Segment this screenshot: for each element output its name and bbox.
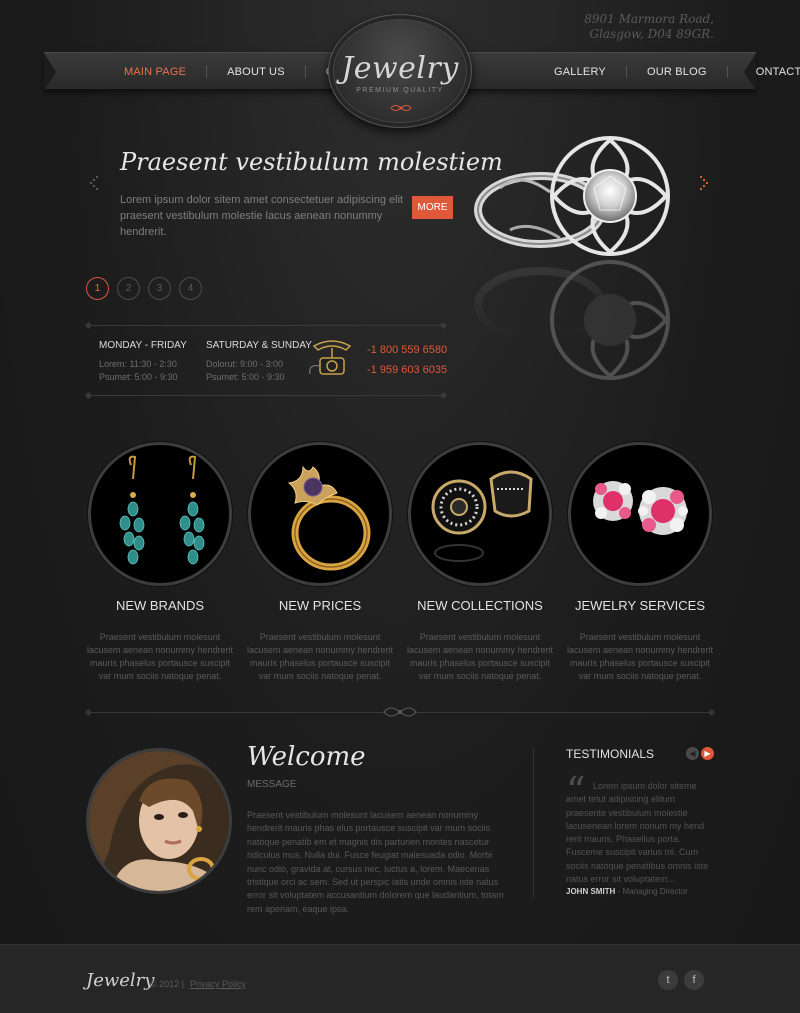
more-button[interactable]: More [412, 196, 453, 219]
stud-earrings-illustration [431, 470, 533, 562]
slider-pagination: 1 2 3 4 [86, 277, 202, 300]
feature-jewelry-services: Jewelry Services Praesent vestibulum mol… [566, 442, 714, 683]
slide-1-button[interactable]: 1 [86, 277, 109, 300]
phone-number-1[interactable]: -1 800 559 6580 [367, 344, 447, 356]
nav-gallery[interactable]: Gallery [534, 66, 626, 78]
feature-image-studs[interactable] [408, 442, 552, 586]
ornament-icon [390, 105, 412, 111]
slider-prev-icon[interactable] [86, 174, 102, 194]
pink-earrings-illustration [593, 481, 688, 535]
weekend-hours: Saturday & Sunday Dolorut: 9:00 - 3:00 P… [206, 340, 312, 384]
feature-text: Praesent vestibulum molesunt lacusem aen… [86, 632, 234, 681]
gold-ring-illustration [287, 465, 371, 571]
page: 8901 Marmora Road, Glasgow, D04 89GR. Ma… [0, 0, 800, 1013]
slide-2-button[interactable]: 2 [117, 277, 140, 300]
address-line-2: Glasgow, D04 89GR. [589, 27, 714, 41]
nav-our-blog[interactable]: Our Blog [627, 66, 727, 78]
store-address: 8901 Marmora Road, Glasgow, D04 89GR. [574, 12, 714, 42]
testimonial-quote: Lorem ipsum dolor siteme amet tetut adip… [566, 781, 709, 885]
feature-title[interactable]: Jewelry Services [566, 598, 714, 613]
nav-main-page[interactable]: Main Page [104, 66, 206, 78]
twitter-icon[interactable]: t [658, 970, 678, 990]
weekend-line-2: Psumet: 5:00 - 9:30 [206, 372, 285, 382]
feature-text: Praesent vestibulum molesunt lacusem aen… [246, 632, 394, 681]
schedule-divider-top [86, 325, 446, 326]
address-line-1: 8901 Marmora Road, [584, 12, 714, 26]
hero-title: Praesent vestibulum molestiem [120, 148, 503, 176]
nav-contact-us[interactable]: Contact Us [728, 66, 800, 78]
copyright: © 2012 | [150, 979, 184, 989]
facebook-icon[interactable]: f [684, 970, 704, 990]
feature-image-ring[interactable] [248, 442, 392, 586]
slider-next-icon[interactable] [696, 174, 712, 194]
slide-3-button[interactable]: 3 [148, 277, 171, 300]
feature-text: Praesent vestibulum molesunt lacusem aen… [566, 632, 714, 681]
weekend-title: Saturday & Sunday [206, 340, 312, 351]
logo: Jewelry [341, 51, 459, 86]
weekday-hours: Monday - Friday Lorem: 11:30 - 2:30 Psum… [99, 340, 187, 384]
testimonial-author: John Smith - Managing Director [566, 887, 688, 896]
feature-title[interactable]: New Collections [406, 598, 554, 613]
testimonials-title: Testimonials [566, 747, 655, 761]
testimonials-nav: ◀ ▶ [686, 747, 714, 760]
feature-text: Praesent vestibulum molesunt lacusem aen… [406, 632, 554, 681]
feature-new-collections: New Collections Praesent vestibulum mole… [406, 442, 554, 683]
weekday-line-1: Lorem: 11:30 - 2:30 [99, 359, 177, 369]
weekday-line-2: Psumet: 5:00 - 9:30 [99, 372, 178, 382]
footer-logo[interactable]: Jewelry [86, 970, 154, 991]
feature-title[interactable]: New Prices [246, 598, 394, 613]
welcome-subtitle: Message [247, 779, 297, 790]
author-name: John Smith [566, 887, 616, 896]
footer: Jewelry © 2012 | Privacy Policy t f [0, 944, 800, 1013]
welcome-title: Welcome [247, 742, 366, 772]
earrings-illustration [119, 455, 205, 565]
welcome-text: Praesent vestibulum molesunt lacusem aen… [247, 810, 504, 914]
feature-image-pink-earrings[interactable] [568, 442, 712, 586]
hero-text: Lorem ipsum dolor sitem amet consectetue… [120, 194, 404, 238]
weekday-title: Monday - Friday [99, 340, 187, 351]
nav-right-group: Gallery Our Blog Contact Us [534, 53, 800, 91]
slide-4-button[interactable]: 4 [179, 277, 202, 300]
hero-ring-image [474, 136, 670, 380]
logo-link[interactable]: Jewelry Premium Quality [328, 14, 472, 128]
nav-about-us[interactable]: About Us [207, 66, 305, 78]
welcome-photo [86, 748, 232, 894]
ornament-icon [383, 707, 417, 717]
feature-title[interactable]: New Brands [86, 598, 234, 613]
privacy-policy-link[interactable]: Privacy Policy [190, 979, 246, 989]
testimonial-next-icon[interactable]: ▶ [701, 747, 714, 760]
feature-image-earrings[interactable] [88, 442, 232, 586]
schedule-divider-bottom [86, 395, 446, 396]
author-role: - Managing Director [615, 887, 688, 896]
column-divider [533, 748, 534, 898]
phone-number-2[interactable]: -1 959 603 6035 [367, 364, 447, 376]
telephone-icon [309, 340, 352, 375]
woman-portrait-illustration [89, 751, 229, 891]
feature-new-prices: New Prices Praesent vestibulum molesunt … [246, 442, 394, 683]
logo-tagline: Premium Quality [356, 87, 444, 94]
testimonial-prev-icon[interactable]: ◀ [686, 747, 699, 760]
weekend-line-1: Dolorut: 9:00 - 3:00 [206, 359, 284, 369]
feature-new-brands: New Brands Praesent vestibulum molesunt … [86, 442, 234, 683]
